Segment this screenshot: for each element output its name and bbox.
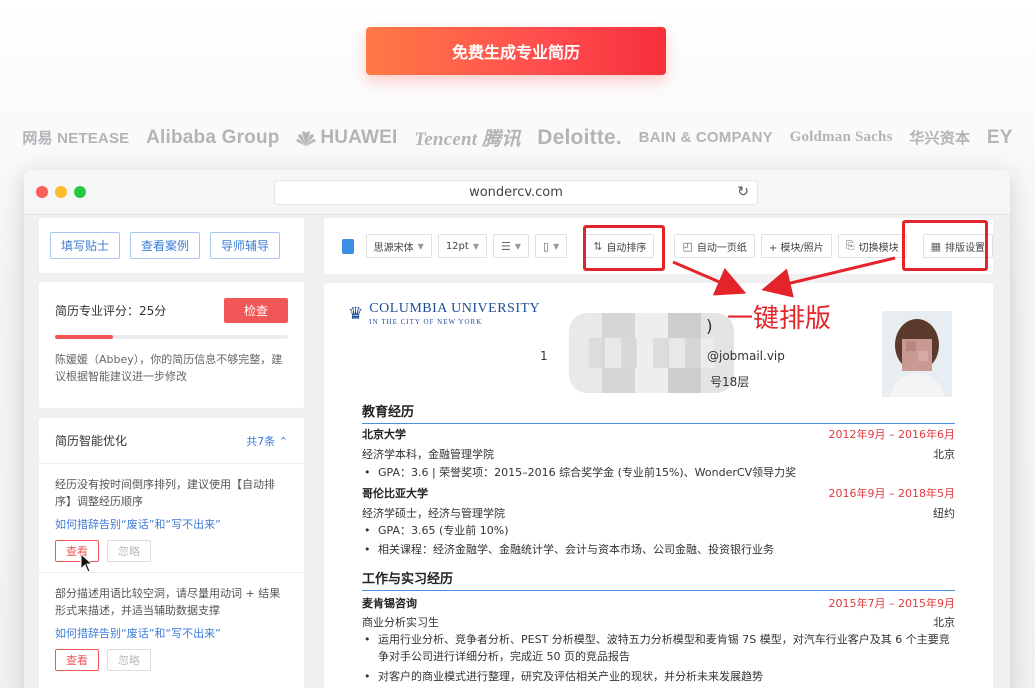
mouse-cursor-icon — [80, 553, 94, 573]
annotation-arrows — [672, 256, 896, 298]
annotation-text: 一键排版 — [727, 304, 832, 334]
